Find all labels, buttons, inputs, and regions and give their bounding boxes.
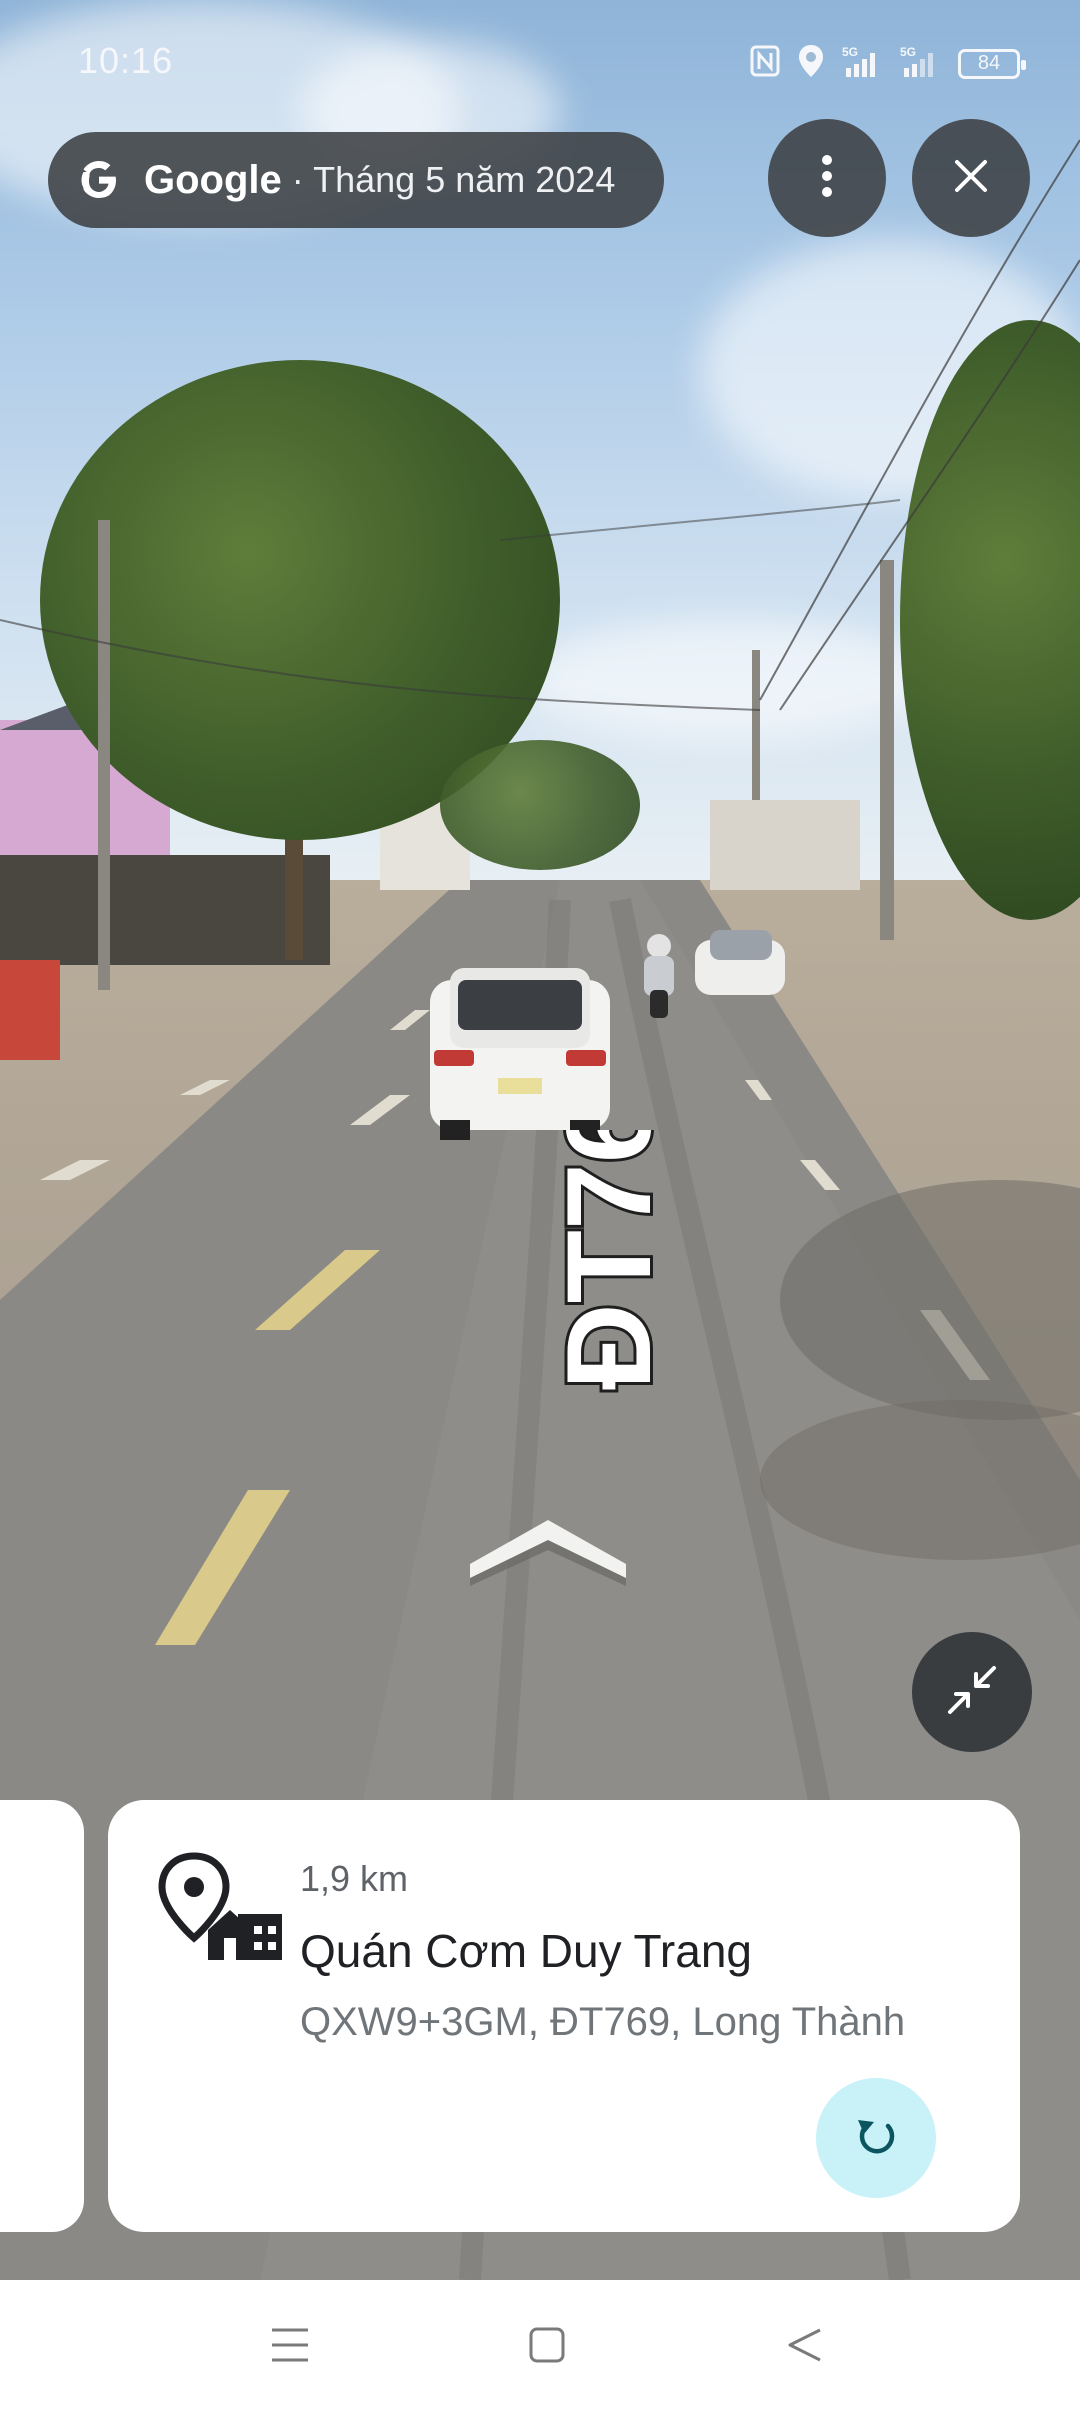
road-label: ĐT769 — [539, 1130, 679, 1393]
recents-button[interactable] — [265, 2322, 315, 2372]
close-icon — [953, 158, 989, 199]
more-options-button[interactable] — [768, 119, 886, 237]
place-building-icon — [158, 1852, 288, 1969]
place-address: QXW9+3GM, ĐT769, Long Thành — [300, 2000, 906, 2044]
svg-text:5G: 5G — [900, 45, 916, 59]
place-name: Quán Cơm Duy Trang — [300, 1925, 753, 1977]
refresh-icon — [852, 2112, 900, 2165]
home-square-icon — [528, 2326, 566, 2369]
refresh-button[interactable] — [816, 2078, 936, 2198]
imagery-date-chip[interactable]: Google · Tháng 5 năm 2024 — [48, 132, 664, 228]
more-vert-icon — [819, 154, 835, 203]
status-bar: 10:16 5G 5G 84 — [0, 0, 1080, 120]
place-card[interactable]: 1,9 km Quán Cơm Duy Trang QXW9+3GM, ĐT76… — [108, 1800, 1020, 2232]
imagery-date: · Tháng 5 năm 2024 — [291, 159, 616, 200]
battery-icon: 84 — [958, 48, 1026, 79]
white-car — [430, 968, 610, 1140]
location-icon — [798, 44, 824, 83]
white-sedan — [695, 930, 785, 995]
move-forward-arrow[interactable] — [470, 1520, 626, 1595]
google-g-icon — [72, 153, 126, 207]
battery-level: 84 — [977, 52, 1001, 74]
home-button[interactable] — [522, 2322, 572, 2372]
clock: 10:16 — [78, 40, 174, 81]
signal-5g-icon: 5G — [842, 44, 882, 83]
place-distance: 1,9 km — [300, 1858, 409, 1899]
signal-5g-icon: 5G — [900, 44, 940, 83]
system-nav-bar — [0, 2280, 1080, 2412]
chevron-up-icon — [470, 1520, 626, 1594]
status-icons: 5G 5G 84 — [750, 44, 1026, 83]
previous-place-card[interactable] — [0, 1800, 84, 2232]
motorbike-rider — [644, 934, 674, 1018]
brand-label: Google — [144, 157, 282, 202]
svg-text:5G: 5G — [842, 45, 858, 59]
collapse-icon — [944, 1662, 1000, 1723]
collapse-view-button[interactable] — [912, 1632, 1032, 1752]
nfc-icon — [750, 45, 780, 82]
menu-icon — [270, 2327, 310, 2368]
back-button[interactable] — [780, 2322, 830, 2372]
back-triangle-icon — [786, 2326, 824, 2369]
close-button[interactable] — [912, 119, 1030, 237]
svg-text:ĐT769: ĐT769 — [542, 1130, 676, 1390]
